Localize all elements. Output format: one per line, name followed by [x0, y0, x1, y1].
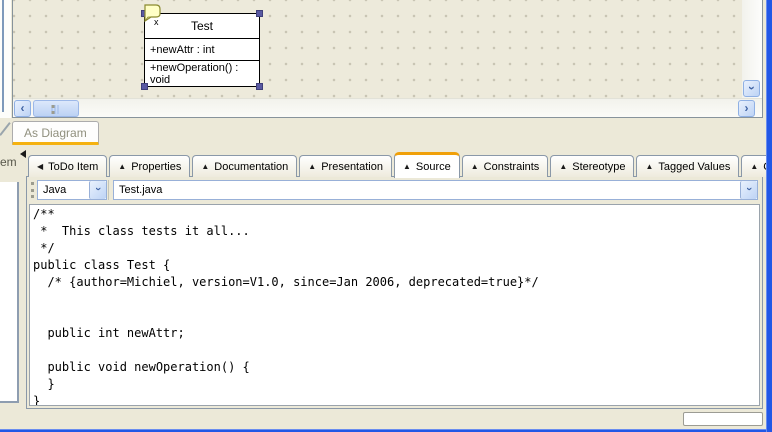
chevron-left-icon: ‹: [20, 101, 25, 115]
left-pane-tab-edge: [0, 122, 11, 136]
up-triangle-icon: ▲: [402, 161, 411, 171]
tab-label: Constraints: [483, 160, 540, 173]
tab-label: Stereotype: [572, 160, 626, 173]
tab-label: ToDo Item: [48, 160, 99, 173]
tab-properties[interactable]: ▲ Properties: [109, 155, 191, 177]
toolbar-grip-icon[interactable]: [31, 182, 34, 198]
toolbar-separator: [108, 180, 109, 200]
up-triangle-icon: ▲: [470, 161, 479, 171]
up-triangle-icon: ▲: [201, 161, 210, 171]
source-code-editor[interactable]: /** * This class tests it all... */ publ…: [29, 204, 760, 406]
tab-todo-item[interactable]: ◀ ToDo Item: [28, 155, 108, 177]
tab-presentation[interactable]: ▲ Presentation: [299, 155, 392, 177]
thumb-grip-icon: [51, 105, 61, 114]
up-triangle-icon: ▲: [308, 161, 317, 171]
diagram-panel: x Test +newAttr : int +newOperation() : …: [12, 0, 763, 118]
window-border-right: [766, 0, 772, 432]
vertical-scrollbar[interactable]: ›: [742, 0, 762, 98]
uml-class-operation[interactable]: +newOperation() : void: [145, 60, 259, 86]
scroll-right-button[interactable]: ›: [738, 100, 755, 117]
chevron-down-icon[interactable]: ›: [89, 181, 106, 199]
scroll-left-button[interactable]: ‹: [14, 100, 31, 117]
source-toolbar: Java › Test.java ›: [27, 177, 762, 204]
horizontal-scrollbar[interactable]: ‹ ›: [13, 98, 762, 117]
svg-text:x: x: [154, 17, 159, 27]
filename-combobox[interactable]: Test.java ›: [113, 180, 758, 200]
up-triangle-icon: ▲: [750, 161, 759, 171]
tab-stereotype[interactable]: ▲ Stereotype: [550, 155, 635, 177]
language-select[interactable]: Java ›: [37, 180, 107, 200]
tab-tagged-values[interactable]: ▲ Tagged Values: [636, 155, 740, 177]
uml-class-attribute[interactable]: +newAttr : int: [145, 38, 259, 60]
tab-label: Properties: [131, 160, 182, 173]
left-triangle-icon: ◀: [37, 161, 44, 171]
tab-label: Presentation: [321, 160, 383, 173]
chevron-right-icon: ›: [744, 101, 749, 115]
chevron-down-icon: ›: [744, 86, 759, 90]
selection-handle[interactable]: [141, 83, 148, 90]
source-code-text[interactable]: /** * This class tests it all... */ publ…: [33, 206, 759, 405]
uml-class-box[interactable]: x Test +newAttr : int +newOperation() : …: [141, 4, 263, 90]
up-triangle-icon: ▲: [645, 161, 654, 171]
filename-value: Test.java: [119, 184, 163, 196]
language-value: Java: [43, 184, 67, 196]
tab-documentation[interactable]: ▲ Documentation: [192, 155, 298, 177]
detail-tab-row: ◀ ToDo Item ▲ Properties ▲ Documentation ▲ Pres…: [28, 151, 772, 178]
status-bar: [0, 410, 766, 429]
pane-splitter[interactable]: [2, 0, 4, 112]
up-triangle-icon: ▲: [559, 161, 568, 171]
diagram-canvas[interactable]: x Test +newAttr : int +newOperation() : …: [13, 0, 742, 98]
tab-source[interactable]: ▲ Source: [393, 152, 460, 178]
up-triangle-icon: ▲: [118, 161, 127, 171]
tab-label: Source: [415, 160, 451, 173]
argouml-window: em x Test +newAttr : int +newOperation()…: [0, 0, 772, 432]
status-field: [683, 412, 763, 426]
scroll-down-button[interactable]: ›: [743, 80, 760, 97]
left-pane-body-fragment: [0, 182, 19, 403]
selection-handle[interactable]: [256, 83, 263, 90]
tab-as-diagram[interactable]: As Diagram: [12, 121, 99, 145]
tab-constraints[interactable]: ▲ Constraints: [461, 155, 549, 177]
source-panel: Java › Test.java › /** * This class test…: [26, 176, 763, 409]
selection-handle[interactable]: [256, 10, 263, 17]
left-pane-tab-label-fragment: em: [0, 155, 17, 169]
tab-overflow-marker-icon[interactable]: [20, 150, 26, 158]
left-pane-fragment: [0, 0, 11, 118]
note-clarifier-icon[interactable]: x: [141, 3, 165, 31]
tab-label: Documentation: [214, 160, 289, 173]
chevron-down-icon[interactable]: ›: [740, 181, 757, 199]
horizontal-scroll-thumb[interactable]: [33, 100, 79, 117]
tab-label: Tagged Values: [658, 160, 731, 173]
